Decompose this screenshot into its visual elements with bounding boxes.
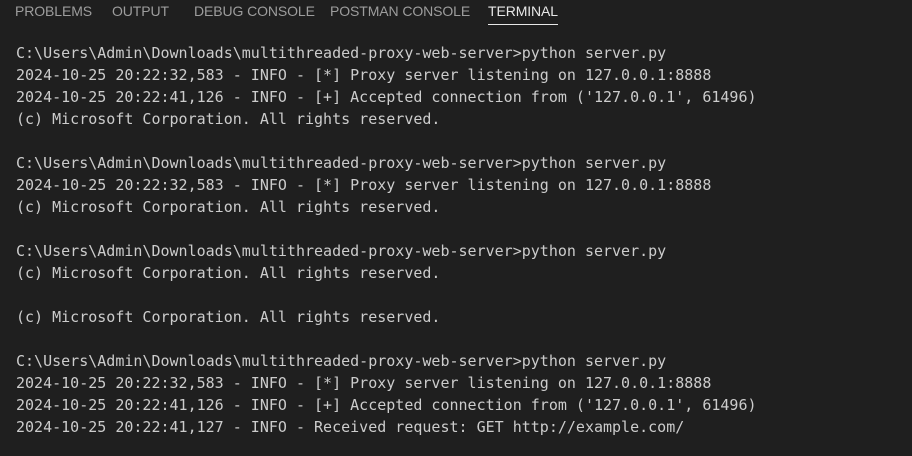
terminal-line: C:\Users\Admin\Downloads\multithreaded-p… <box>16 154 667 172</box>
tab-postman-console[interactable]: POSTMAN CONSOLE <box>330 3 470 25</box>
terminal-line: 2024-10-25 20:22:41,126 - INFO - [+] Acc… <box>16 88 757 106</box>
terminal-line: 2024-10-25 20:22:32,583 - INFO - [*] Pro… <box>16 176 712 194</box>
tab-problems[interactable]: PROBLEMS <box>15 3 92 25</box>
terminal-line: 2024-10-25 20:22:32,583 - INFO - [*] Pro… <box>16 374 712 392</box>
terminal-line: C:\Users\Admin\Downloads\multithreaded-p… <box>16 44 667 62</box>
tab-output[interactable]: OUTPUT <box>112 3 169 25</box>
panel-tab-bar: PROBLEMS OUTPUT DEBUG CONSOLE POSTMAN CO… <box>0 0 912 32</box>
terminal-line: C:\Users\Admin\Downloads\multithreaded-p… <box>16 352 667 370</box>
terminal-line: 2024-10-25 20:22:41,127 - INFO - Receive… <box>16 418 685 436</box>
terminal-line: (c) Microsoft Corporation. All rights re… <box>16 264 441 282</box>
terminal-line: (c) Microsoft Corporation. All rights re… <box>16 110 441 128</box>
tab-debug-console[interactable]: DEBUG CONSOLE <box>194 3 315 25</box>
terminal-line: (c) Microsoft Corporation. All rights re… <box>16 198 441 216</box>
terminal-panel: PROBLEMS OUTPUT DEBUG CONSOLE POSTMAN CO… <box>0 0 912 456</box>
terminal-line: (c) Microsoft Corporation. All rights re… <box>16 308 441 326</box>
terminal-output[interactable]: C:\Users\Admin\Downloads\multithreaded-p… <box>16 42 906 438</box>
terminal-line: 2024-10-25 20:22:32,583 - INFO - [*] Pro… <box>16 66 712 84</box>
terminal-line: C:\Users\Admin\Downloads\multithreaded-p… <box>16 242 667 260</box>
terminal-line: 2024-10-25 20:22:41,126 - INFO - [+] Acc… <box>16 396 757 414</box>
tab-terminal[interactable]: TERMINAL <box>488 3 558 25</box>
